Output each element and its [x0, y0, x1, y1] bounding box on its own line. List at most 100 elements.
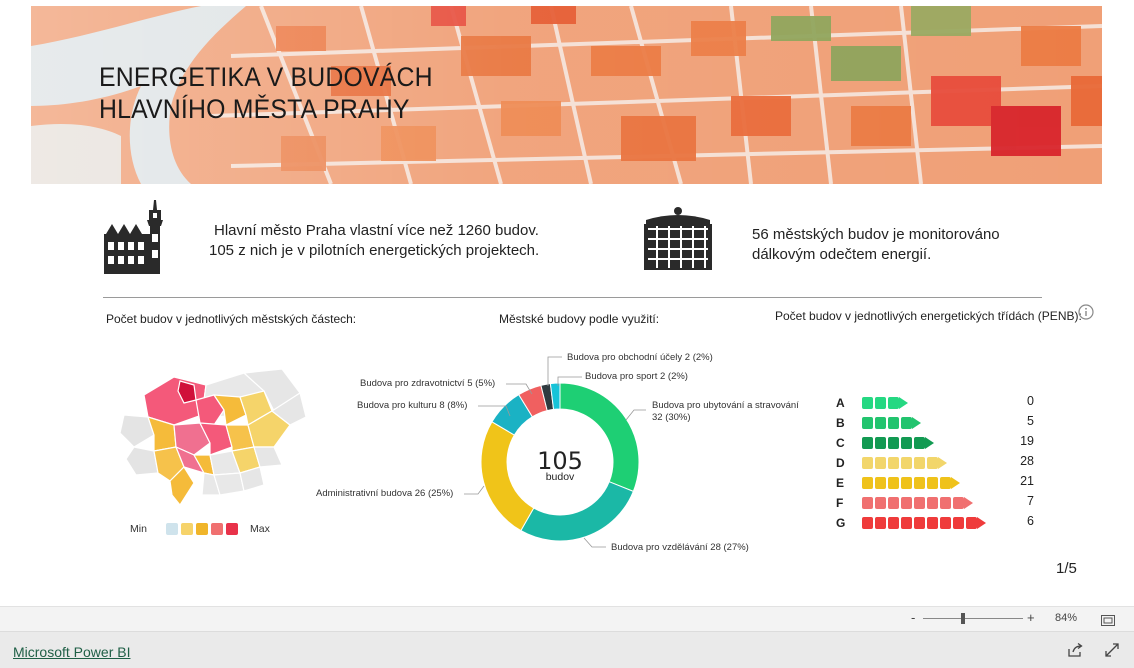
zoom-slider-thumb[interactable] [961, 613, 965, 624]
page-title-line2: HLAVNÍHO MĚSTA PRAHY [99, 94, 410, 124]
energy-block [888, 497, 899, 509]
energy-class-count-g: 6 [1027, 514, 1034, 528]
energy-arrow-tip [977, 517, 986, 529]
energy-block [927, 477, 938, 489]
energy-class-letter-f: F [836, 496, 844, 510]
energy-block [862, 477, 873, 489]
energy-block [888, 417, 899, 429]
energy-class-letter-a: A [836, 396, 845, 410]
district-map[interactable] [114, 355, 307, 510]
donut-label-vzdelavani: Budova pro vzdělávání 28 (27%) [611, 542, 749, 553]
energy-block [914, 477, 925, 489]
energy-class-letter-g: G [836, 516, 846, 530]
map-legend-max: Max [250, 523, 270, 535]
energy-block [875, 397, 886, 409]
energy-class-bar-f[interactable] [862, 496, 976, 510]
usage-section-label: Městské budovy podle využití: [499, 312, 660, 326]
districts-section-label: Počet budov v jednotlivých městských čás… [106, 312, 357, 326]
classes-section-label: Počet budov v jednotlivých energetických… [775, 309, 1082, 323]
energy-class-count-b: 5 [1027, 414, 1034, 428]
powerbi-footer: Microsoft Power BI [0, 631, 1134, 668]
energy-block [901, 517, 912, 529]
energy-class-letter-c: C [836, 436, 845, 450]
energy-block [914, 497, 925, 509]
energy-block [901, 417, 912, 429]
energy-block [927, 497, 938, 509]
energy-class-bar-e[interactable] [862, 476, 963, 490]
energy-arrow-tip [899, 397, 908, 409]
energy-block [940, 517, 951, 529]
energy-block [888, 397, 899, 409]
energy-block [875, 517, 886, 529]
energy-block [875, 497, 886, 509]
info-text-remote-reading: dálkovým odečtem energií. [752, 246, 932, 263]
energy-block [888, 437, 899, 449]
donut-slice-1[interactable] [520, 481, 634, 542]
energy-block [901, 437, 912, 449]
energy-class-bar-g[interactable] [862, 516, 989, 530]
energy-block [862, 417, 873, 429]
share-icon[interactable] [1067, 642, 1083, 657]
fit-page-icon[interactable] [1101, 613, 1115, 626]
energy-block [966, 517, 977, 529]
energy-block [940, 497, 951, 509]
energy-block [927, 457, 938, 469]
donut-label-ubytovani: Budova pro ubytování a stravování [652, 400, 799, 411]
energy-block [862, 397, 873, 409]
energy-arrow-tip [912, 417, 921, 429]
energy-class-count-f: 7 [1027, 494, 1034, 508]
energy-block [901, 477, 912, 489]
donut-label-ubytovani-value: 32 (30%) [652, 412, 691, 423]
energy-block [888, 457, 899, 469]
energy-class-letter-e: E [836, 476, 845, 490]
zoom-status-bar: - + 84% [0, 606, 1134, 631]
energy-block [914, 517, 925, 529]
info-text-pilot-projects: 105 z nich je v pilotních energetických … [209, 242, 540, 259]
fullscreen-icon[interactable] [1105, 643, 1119, 657]
energy-arrow-tip [964, 497, 973, 509]
energy-block [888, 517, 899, 529]
energy-arrow-tip [925, 437, 934, 449]
energy-block [901, 457, 912, 469]
energy-block [940, 477, 951, 489]
energy-block [875, 417, 886, 429]
energy-classes-chart[interactable]: A 0 B 5 C 19 D 28 E 21 F 7 G 6 [834, 393, 1044, 533]
zoom-slider-track[interactable] [923, 618, 1023, 619]
town-hall-icon [104, 200, 172, 274]
energy-class-letter-d: D [836, 456, 845, 470]
energy-class-count-a: 0 [1027, 394, 1034, 408]
energy-class-bar-a[interactable] [862, 396, 911, 410]
energy-block [862, 437, 873, 449]
energy-class-bar-b[interactable] [862, 416, 924, 430]
energy-block [875, 457, 886, 469]
energy-arrow-tip [938, 457, 947, 469]
energy-block [888, 477, 899, 489]
donut-label-zdrav: Budova pro zdravotnictví 5 (5%) [360, 378, 496, 389]
energy-class-count-c: 19 [1020, 434, 1034, 448]
energy-arrow-tip [951, 477, 960, 489]
donut-label-obchod: Budova pro obchodní účely 2 (2%) [567, 352, 713, 363]
donut-unit: budov [545, 471, 575, 483]
energy-class-count-e: 21 [1020, 474, 1034, 488]
energy-class-count-d: 28 [1020, 454, 1034, 468]
info-icon[interactable] [1078, 304, 1094, 320]
energy-block [901, 497, 912, 509]
page-indicator: 1/5 [1056, 560, 1077, 577]
zoom-in-button[interactable]: + [1027, 610, 1035, 625]
energy-block [953, 497, 964, 509]
energy-class-bar-c[interactable] [862, 436, 937, 450]
energy-block [927, 517, 938, 529]
donut-label-admin: Administrativní budova 26 (25%) [316, 488, 454, 499]
energy-block [875, 477, 886, 489]
powerbi-link[interactable]: Microsoft Power BI [13, 644, 130, 660]
energy-class-letter-b: B [836, 416, 845, 430]
energy-block [953, 517, 964, 529]
map-legend-min: Min [130, 523, 147, 535]
energy-class-bar-d[interactable] [862, 456, 950, 470]
info-text-owned-buildings: Hlavní město Praha vlastní více než 1260… [214, 222, 539, 239]
donut-label-sport: Budova pro sport 2 (2%) [585, 371, 688, 382]
energy-block [862, 497, 873, 509]
page-title-line1: ENERGETIKA V BUDOVÁCH [99, 62, 433, 92]
info-text-monitored: 56 městských budov je monitorováno [752, 226, 1000, 243]
zoom-out-button[interactable]: - [911, 610, 915, 625]
